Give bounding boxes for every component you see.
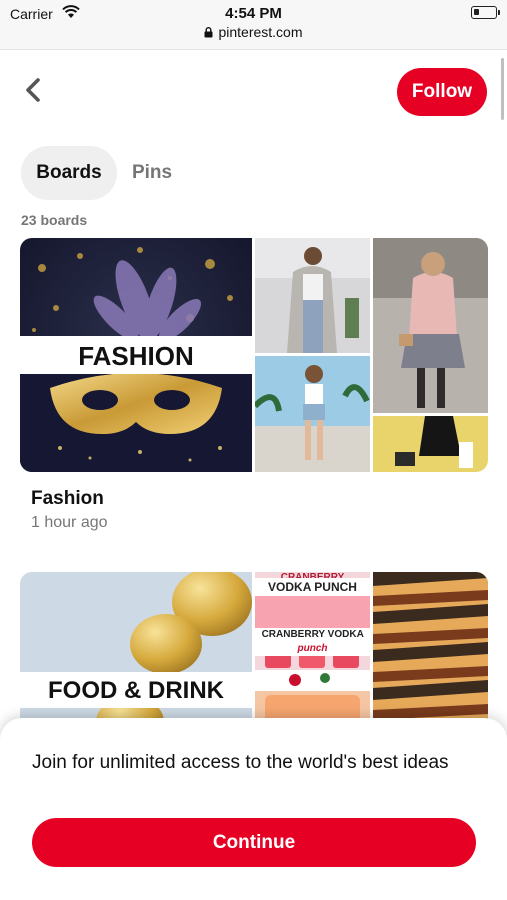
chevron-left-icon[interactable]: [20, 76, 46, 104]
pin-text: VODKA PUNCH: [255, 578, 370, 596]
signup-sheet: Join for unlimited access to the world's…: [0, 718, 507, 900]
pin-image: [373, 416, 488, 472]
address-bar[interactable]: pinterest.com: [0, 24, 507, 40]
pin-text: CRANBERRY VODKA punch: [255, 628, 370, 656]
board-count: 23 boards: [21, 212, 88, 228]
pin-image: CRANBERRY VODKA PUNCH CRANBERRY VODKA pu…: [255, 572, 370, 688]
lock-icon: [204, 27, 213, 38]
battery-icon: [471, 6, 500, 19]
pin-image: [255, 356, 370, 472]
pin-image: [373, 572, 488, 732]
signup-message: Join for unlimited access to the world's…: [32, 752, 449, 773]
browser-status-bar: Carrier 4:54 PM pinterest.com: [0, 0, 507, 50]
url-text: pinterest.com: [218, 24, 303, 40]
clock: 4:54 PM: [225, 5, 282, 22]
tab-pins[interactable]: Pins: [128, 146, 176, 200]
board-cover-label: FASHION: [20, 336, 252, 374]
board-card-food-drink[interactable]: FOOD & DRINK CRANBERRY VODKA PUNCH CRANB…: [20, 572, 488, 732]
board-cover-image: FASHION: [20, 238, 252, 472]
board-title[interactable]: Fashion: [31, 488, 104, 510]
board-updated-time: 1 hour ago: [31, 514, 108, 531]
follow-button[interactable]: Follow: [397, 68, 487, 116]
pin-image: [255, 238, 370, 353]
pin-image: [373, 238, 488, 413]
board-card-fashion[interactable]: FASHION: [20, 238, 488, 472]
continue-button[interactable]: Continue: [32, 818, 476, 867]
board-cover-label: FOOD & DRINK: [20, 672, 252, 708]
board-cover-image: FOOD & DRINK: [20, 572, 252, 732]
tab-boards[interactable]: Boards: [21, 146, 117, 200]
scrollbar[interactable]: [501, 58, 504, 120]
